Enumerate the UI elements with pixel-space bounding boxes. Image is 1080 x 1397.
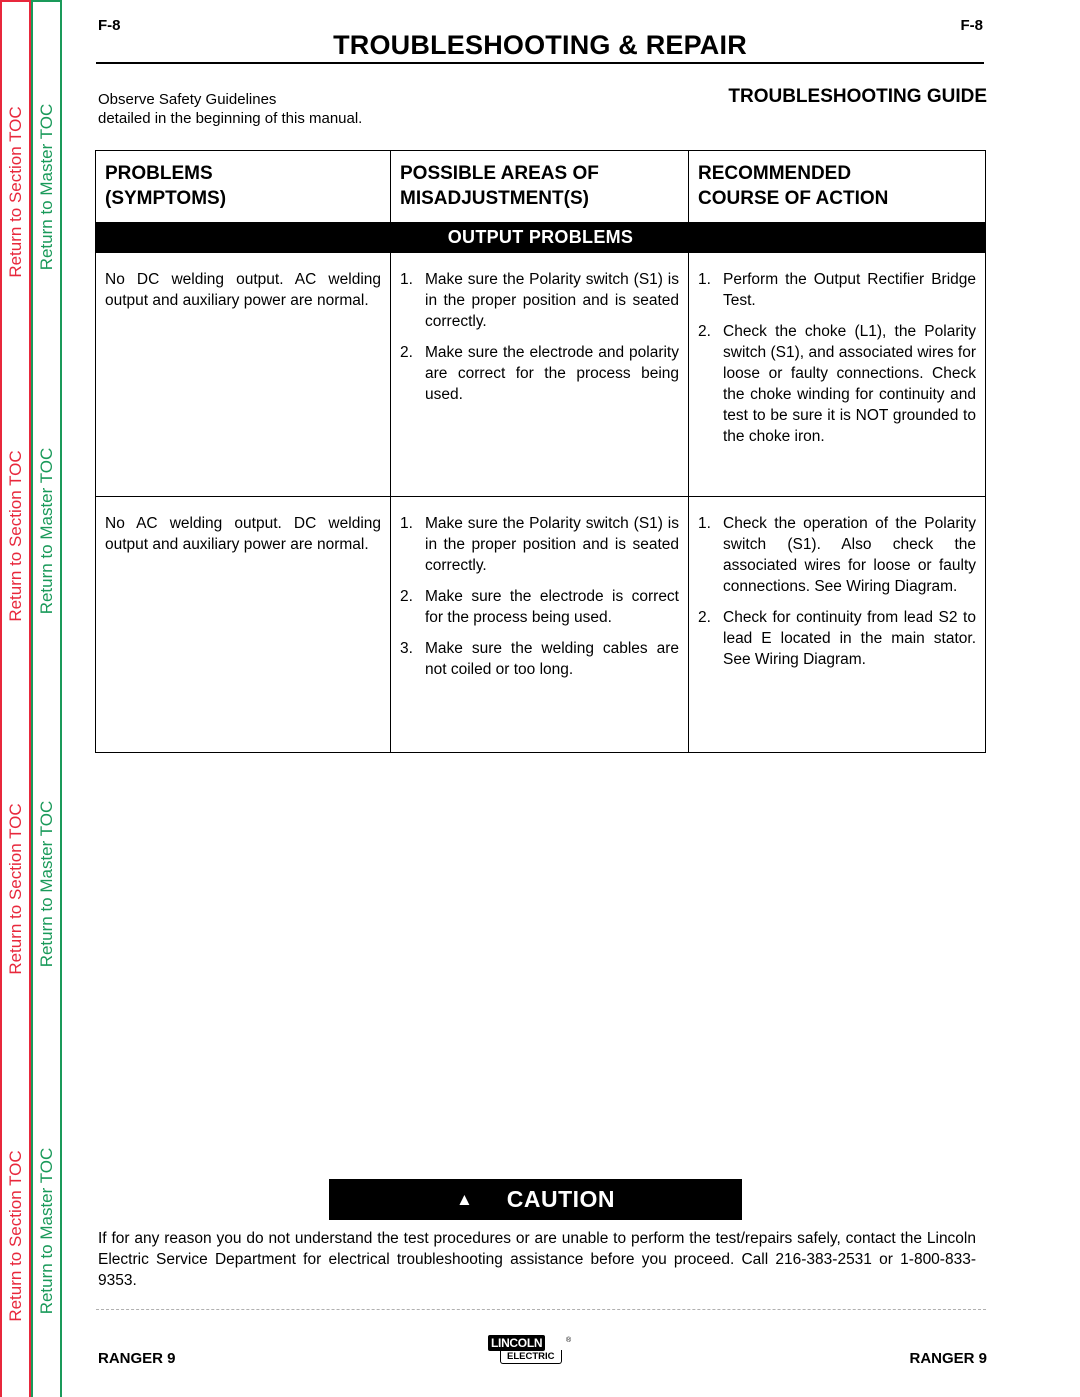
return-to-section-toc-link[interactable]: Return to Section TOC bbox=[6, 450, 26, 621]
list-text: Check the choke (L1), the Polarity switc… bbox=[723, 323, 976, 445]
return-to-section-toc-link[interactable]: Return to Section TOC bbox=[6, 803, 26, 974]
column-header-line: MISADJUSTMENT(S) bbox=[400, 188, 589, 209]
symptom-cell: No AC welding output. DC welding output … bbox=[96, 497, 391, 752]
list-item: 2. Check for continuity from lead S2 to l… bbox=[698, 607, 976, 670]
lincoln-electric-logo: LINCOLN ® ELECTRIC bbox=[488, 1335, 576, 1368]
list-text: Make sure the electrode and polarity are… bbox=[425, 344, 679, 403]
list-item: 1. Make sure the Polarity switch (S1) is … bbox=[400, 513, 679, 576]
caution-banner: ▲ CAUTION bbox=[329, 1179, 742, 1220]
footer-divider bbox=[96, 1309, 986, 1310]
column-header-problems: PROBLEMS (SYMPTOMS) bbox=[96, 151, 391, 222]
list-item: 1. Check the operation of the Polarity sw… bbox=[698, 513, 976, 597]
list-item: 2. Check the choke (L1), the Polarity swi… bbox=[698, 321, 976, 447]
list-item: 1. Perform the Output Rectifier Bridge Te… bbox=[698, 269, 976, 311]
list-item: 2. Make sure the electrode and polarity a… bbox=[400, 342, 679, 405]
list-item: 1. Make sure the Polarity switch (S1) is … bbox=[400, 269, 679, 332]
column-header-line: COURSE OF ACTION bbox=[698, 188, 889, 209]
logo-lincoln-text: LINCOLN bbox=[488, 1335, 546, 1351]
column-header-line: POSSIBLE AREAS OF bbox=[400, 163, 599, 184]
column-header-misadjustments: POSSIBLE AREAS OF MISADJUSTMENT(S) bbox=[391, 151, 689, 222]
list-text: Make sure the Polarity switch (S1) is in… bbox=[425, 271, 679, 330]
table-row: No DC welding output. AC welding output … bbox=[96, 253, 985, 496]
list-text: Make sure the Polarity switch (S1) is in… bbox=[425, 515, 679, 574]
safety-note-line1: Observe Safety Guidelines bbox=[98, 91, 277, 108]
misadjustments-cell: 1. Make sure the Polarity switch (S1) is … bbox=[391, 253, 689, 496]
return-to-master-toc-link[interactable]: Return to Master TOC bbox=[37, 801, 57, 968]
list-item: 3. Make sure the welding cables are not c… bbox=[400, 638, 679, 680]
logo-electric-text: ELECTRIC bbox=[500, 1350, 562, 1364]
list-number: 2. bbox=[400, 344, 413, 361]
actions-cell: 1. Perform the Output Rectifier Bridge Te… bbox=[689, 253, 985, 496]
safety-note: Observe Safety Guidelines detailed in th… bbox=[98, 90, 362, 128]
table-row: No AC welding output. DC welding output … bbox=[96, 496, 985, 752]
column-header-line: PROBLEMS bbox=[105, 163, 213, 184]
list-number: 1. bbox=[400, 271, 413, 288]
list-number: 2. bbox=[400, 588, 413, 605]
list-number: 2. bbox=[698, 609, 711, 626]
list-number: 1. bbox=[698, 515, 711, 532]
troubleshooting-table: PROBLEMS (SYMPTOMS) POSSIBLE AREAS OF MI… bbox=[95, 150, 986, 753]
safety-note-line2: detailed in the beginning of this manual… bbox=[98, 110, 363, 127]
column-header-line: RECOMMENDED bbox=[698, 163, 852, 184]
section-band-output-problems: OUTPUT PROBLEMS bbox=[96, 222, 985, 253]
logo-registered-mark: ® bbox=[566, 1337, 572, 1344]
footer-model-left: RANGER 9 bbox=[98, 1350, 176, 1367]
list-number: 2. bbox=[698, 323, 711, 340]
section-toc-column: Return to Section TOC Return to Section … bbox=[0, 0, 31, 1397]
misadjustments-cell: 1. Make sure the Polarity switch (S1) is … bbox=[391, 497, 689, 752]
warning-triangle-icon: ▲ bbox=[455, 1189, 473, 1209]
list-number: 1. bbox=[698, 271, 711, 288]
title-divider bbox=[96, 62, 984, 64]
table-header-row: PROBLEMS (SYMPTOMS) POSSIBLE AREAS OF MI… bbox=[96, 151, 985, 222]
list-text: Check the operation of the Polarity swit… bbox=[723, 515, 976, 595]
section-heading: TROUBLESHOOTING GUIDE bbox=[728, 86, 987, 107]
column-header-actions: RECOMMENDED COURSE OF ACTION bbox=[689, 151, 985, 222]
list-text: Perform the Output Rectifier Bridge Test… bbox=[723, 271, 976, 309]
list-text: Make sure the electrode is correct for t… bbox=[425, 588, 679, 626]
symptom-cell: No DC welding output. AC welding output … bbox=[96, 253, 391, 496]
list-item: 2. Make sure the electrode is correct for… bbox=[400, 586, 679, 628]
footer-model-right: RANGER 9 bbox=[909, 1350, 987, 1367]
return-to-section-toc-link[interactable]: Return to Section TOC bbox=[6, 1150, 26, 1321]
caution-text: If for any reason you do not understand … bbox=[98, 1230, 976, 1289]
list-text: Make sure the welding cables are not coi… bbox=[425, 640, 679, 678]
list-number: 1. bbox=[400, 515, 413, 532]
return-to-master-toc-link[interactable]: Return to Master TOC bbox=[37, 104, 57, 271]
column-header-line: (SYMPTOMS) bbox=[105, 188, 227, 209]
return-to-master-toc-link[interactable]: Return to Master TOC bbox=[37, 448, 57, 615]
actions-cell: 1. Check the operation of the Polarity sw… bbox=[689, 497, 985, 752]
page-title: TROUBLESHOOTING & REPAIR bbox=[333, 30, 747, 60]
list-number: 3. bbox=[400, 640, 413, 657]
master-toc-column: Return to Master TOC Return to Master TO… bbox=[31, 0, 62, 1397]
return-to-section-toc-link[interactable]: Return to Section TOC bbox=[6, 106, 26, 277]
list-text: Check for continuity from lead S2 to lea… bbox=[723, 609, 976, 668]
caution-label: CAUTION bbox=[506, 1186, 616, 1212]
return-to-master-toc-link[interactable]: Return to Master TOC bbox=[37, 1148, 57, 1315]
